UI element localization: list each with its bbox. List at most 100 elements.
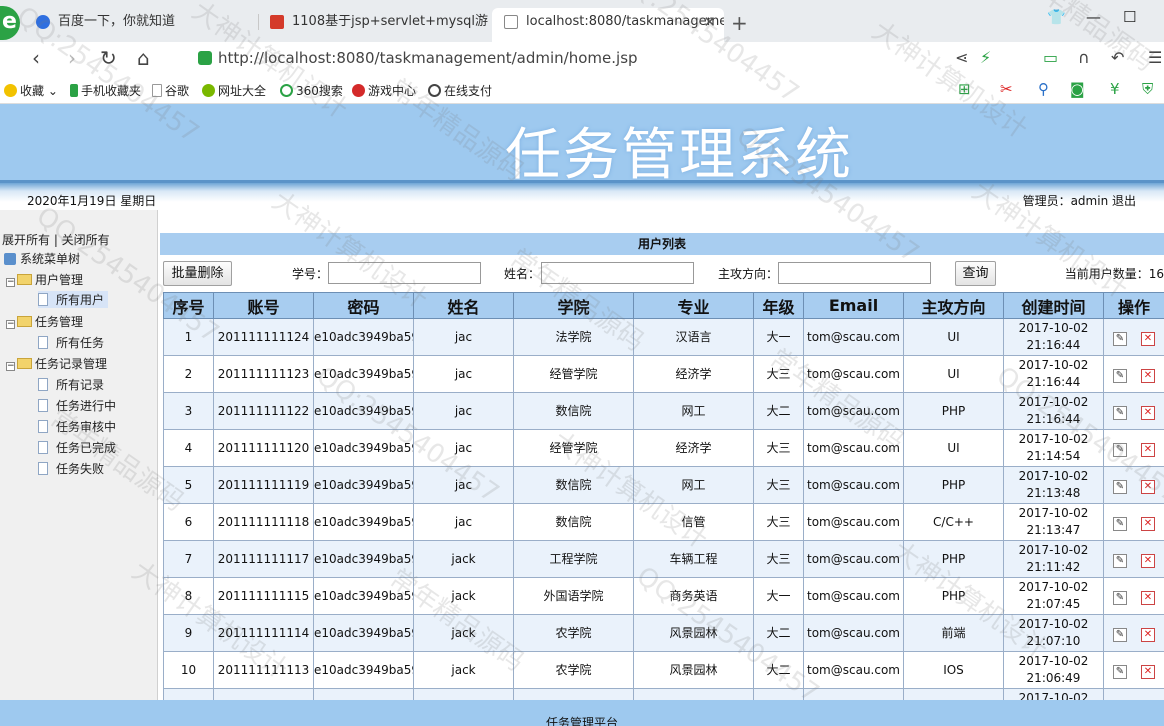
direction-input[interactable] xyxy=(778,262,931,284)
shirt-skin-icon[interactable]: 👕 xyxy=(1047,8,1066,26)
undo-icon[interactable]: ↶ xyxy=(1111,48,1124,67)
translate-icon[interactable]: ⊞ xyxy=(958,80,971,98)
shield-icon[interactable]: ⛨ xyxy=(1142,80,1153,98)
search-icon[interactable]: ⚲ xyxy=(1038,80,1049,98)
col-header[interactable]: 序号 xyxy=(163,292,214,319)
delete-icon[interactable]: ✕ xyxy=(1141,479,1155,494)
gamepad-icon[interactable]: ◙ xyxy=(1070,80,1085,98)
delete-icon[interactable]: ✕ xyxy=(1141,442,1155,457)
tree-group-task-records[interactable]: − 任务记录管理 xyxy=(6,355,107,372)
url-text[interactable]: http://localhost:8080/taskmanagement/adm… xyxy=(218,49,638,67)
table-cell: tom@scau.com xyxy=(803,540,904,578)
delete-icon[interactable]: ✕ xyxy=(1141,627,1155,642)
delete-icon[interactable]: ✕ xyxy=(1141,368,1155,383)
share-icon[interactable]: ⋖ xyxy=(955,48,968,67)
col-header[interactable]: 主攻方向 xyxy=(903,292,1004,319)
headphones-icon[interactable]: ∩ xyxy=(1078,48,1090,67)
home-button[interactable]: ⌂ xyxy=(137,46,150,70)
table-row[interactable]: 4201111111120e10adc3949ba59a...jac经管学院经济… xyxy=(163,429,1164,467)
bookmark-games[interactable]: 游戏中心 xyxy=(352,82,416,99)
table-cell: jac xyxy=(413,429,514,467)
delete-icon[interactable]: ✕ xyxy=(1141,590,1155,605)
address-bar[interactable]: http://localhost:8080/taskmanagement/adm… xyxy=(178,45,938,73)
edit-icon[interactable]: ✎ xyxy=(1113,664,1127,679)
delete-icon[interactable]: ✕ xyxy=(1141,516,1155,531)
back-button[interactable]: ‹ xyxy=(32,46,40,70)
expand-collapse-all[interactable]: 展开所有 | 关闭所有 xyxy=(2,231,110,248)
bookmark-urls[interactable]: 网址大全 xyxy=(202,82,266,99)
col-header[interactable]: 姓名 xyxy=(413,292,514,319)
table-row[interactable]: 10201111111113e10adc3949ba59a...jack农学院风… xyxy=(163,651,1164,689)
battery-icon[interactable]: ▭ xyxy=(1043,48,1058,67)
sidebar-item-in-progress[interactable]: 任务进行中 xyxy=(38,397,116,414)
sidebar-item-all-tasks[interactable]: 所有任务 xyxy=(38,334,104,351)
table-row[interactable]: 7201111111117e10adc3949ba59a...jack工程学院车… xyxy=(163,540,1164,578)
tree-group-task-management[interactable]: − 任务管理 xyxy=(6,313,83,330)
sidebar-item-all-users[interactable]: 所有用户 xyxy=(38,291,109,308)
name-input[interactable] xyxy=(541,262,694,284)
maximize-button[interactable]: ☐ xyxy=(1123,8,1136,26)
col-header[interactable]: 学院 xyxy=(513,292,634,319)
flag-icon xyxy=(270,15,284,29)
edit-icon[interactable]: ✎ xyxy=(1113,368,1127,383)
tab-localhost[interactable]: localhost:8080/taskmanageme ✕ xyxy=(492,8,724,42)
coin-icon[interactable]: ¥ xyxy=(1110,80,1120,98)
table-row[interactable]: 6201111111118e10adc3949ba59a...jac数信院信管大… xyxy=(163,503,1164,541)
col-header[interactable]: 密码 xyxy=(313,292,414,319)
tab-project[interactable]: 1108基于jsp+servlet+mysql游 xyxy=(258,8,492,42)
delete-icon[interactable]: ✕ xyxy=(1141,664,1155,679)
col-header[interactable]: 创建时间 xyxy=(1003,292,1104,319)
table-row[interactable]: 8201111111115e10adc3949ba59a...jack外国语学院… xyxy=(163,577,1164,615)
tab-baidu[interactable]: 百度一下，你就知道 xyxy=(24,8,256,42)
edit-icon[interactable]: ✎ xyxy=(1113,590,1127,605)
reload-button[interactable]: ↻ xyxy=(100,46,117,70)
table-row[interactable]: 3201111111122e10adc3949ba59a...jac数信院网工大… xyxy=(163,392,1164,430)
edit-icon[interactable]: ✎ xyxy=(1113,553,1127,568)
search-button[interactable]: 查询 xyxy=(955,261,996,286)
col-header[interactable]: Email xyxy=(803,292,904,319)
collapse-icon[interactable]: − xyxy=(6,320,15,329)
col-header[interactable]: 年级 xyxy=(753,292,804,319)
collapse-icon[interactable]: − xyxy=(6,362,15,371)
tab-close-icon[interactable]: ✕ xyxy=(703,8,716,36)
bookmark-google[interactable]: 谷歌 xyxy=(152,82,189,99)
table-row[interactable]: 1201111111124e10adc3949ba59a...jac法学院汉语言… xyxy=(163,318,1164,356)
batch-delete-button[interactable]: 批量删除 xyxy=(163,261,232,286)
menu-icon[interactable]: ☰ xyxy=(1148,48,1162,67)
forward-button[interactable]: › xyxy=(68,46,76,70)
table-row[interactable]: 5201111111119e10adc3949ba59a...jac数信院网工大… xyxy=(163,466,1164,504)
edit-icon[interactable]: ✎ xyxy=(1113,331,1127,346)
tree-group-user-management[interactable]: − 用户管理 xyxy=(6,271,83,288)
new-tab-button[interactable]: + xyxy=(731,11,748,35)
bookmark-360search[interactable]: 360搜索 xyxy=(280,82,343,99)
student-no-input[interactable] xyxy=(328,262,481,284)
delete-icon[interactable]: ✕ xyxy=(1141,331,1155,346)
edit-icon[interactable]: ✎ xyxy=(1113,479,1127,494)
scissors-icon[interactable]: ✂ xyxy=(1000,80,1013,98)
collapse-icon[interactable]: − xyxy=(6,278,15,287)
bookmark-pay[interactable]: 在线支付 xyxy=(428,82,492,99)
sidebar-item-completed[interactable]: 任务已完成 xyxy=(38,439,116,456)
edit-icon[interactable]: ✎ xyxy=(1113,516,1127,531)
row-actions: ✎ ✕ xyxy=(1103,466,1164,504)
delete-icon[interactable]: ✕ xyxy=(1141,405,1155,420)
edit-icon[interactable]: ✎ xyxy=(1113,627,1127,642)
sidebar-item-all-records[interactable]: 所有记录 xyxy=(38,376,104,393)
col-header[interactable]: 专业 xyxy=(633,292,754,319)
sidebar-item-failed[interactable]: 任务失败 xyxy=(38,460,104,477)
col-header[interactable]: 账号 xyxy=(213,292,314,319)
table-row[interactable]: 2201111111123e10adc3949ba59a...jac经管学院经济… xyxy=(163,355,1164,393)
edit-icon[interactable]: ✎ xyxy=(1113,442,1127,457)
delete-icon[interactable]: ✕ xyxy=(1141,553,1155,568)
admin-logout-link[interactable]: 管理员：admin 退出 xyxy=(1023,192,1136,209)
row-actions: ✎ ✕ xyxy=(1103,577,1164,615)
table-cell: 大三 xyxy=(753,466,804,504)
bookmark-favorites[interactable]: 收藏 ⌄ xyxy=(4,82,58,99)
minimize-button[interactable]: — xyxy=(1086,8,1101,26)
lightning-icon[interactable]: ⚡ xyxy=(980,48,991,67)
sidebar-item-under-review[interactable]: 任务审核中 xyxy=(38,418,116,435)
tree-root[interactable]: 系统菜单树 xyxy=(4,250,80,267)
bookmark-mobile[interactable]: 手机收藏夹 xyxy=(70,82,141,99)
edit-icon[interactable]: ✎ xyxy=(1113,405,1127,420)
table-row[interactable]: 9201111111114e10adc3949ba59a...jack农学院风景… xyxy=(163,614,1164,652)
